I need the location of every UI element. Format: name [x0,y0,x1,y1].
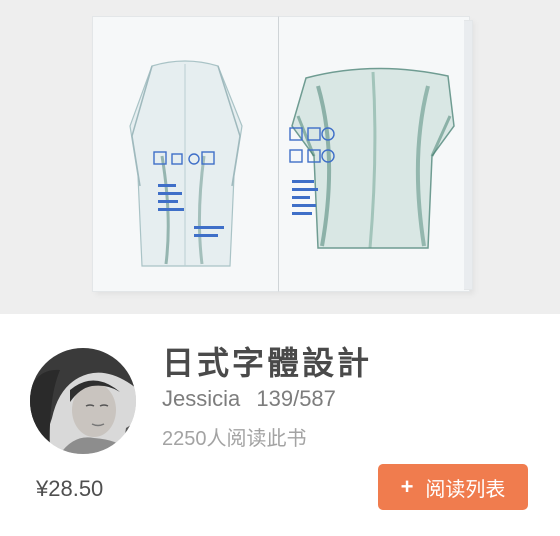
book-price: ¥28.50 [36,476,104,501]
coat-illustration-left [129,60,243,267]
author-line: Jessicia 139/587 [162,386,336,412]
author-avatar[interactable] [30,348,136,454]
readers-count: 2250人阅读此书 [162,428,307,450]
plus-icon: + [400,474,414,499]
add-to-reading-list-label: 阅读列表 [425,478,506,501]
author-name[interactable]: Jessicia [162,386,240,411]
reading-progress: 139/587 [256,386,336,411]
add-to-reading-list-button[interactable]: + 阅读列表 [378,464,528,510]
coat-illustration-right [289,67,455,249]
open-book-illustration [92,16,476,294]
book-title: 日式字體設計 [162,344,373,382]
book-cover-image [0,0,560,314]
book-info-card: 日式字體設計 Jessicia 139/587 2250人阅读此书 ¥28.50… [0,314,560,536]
